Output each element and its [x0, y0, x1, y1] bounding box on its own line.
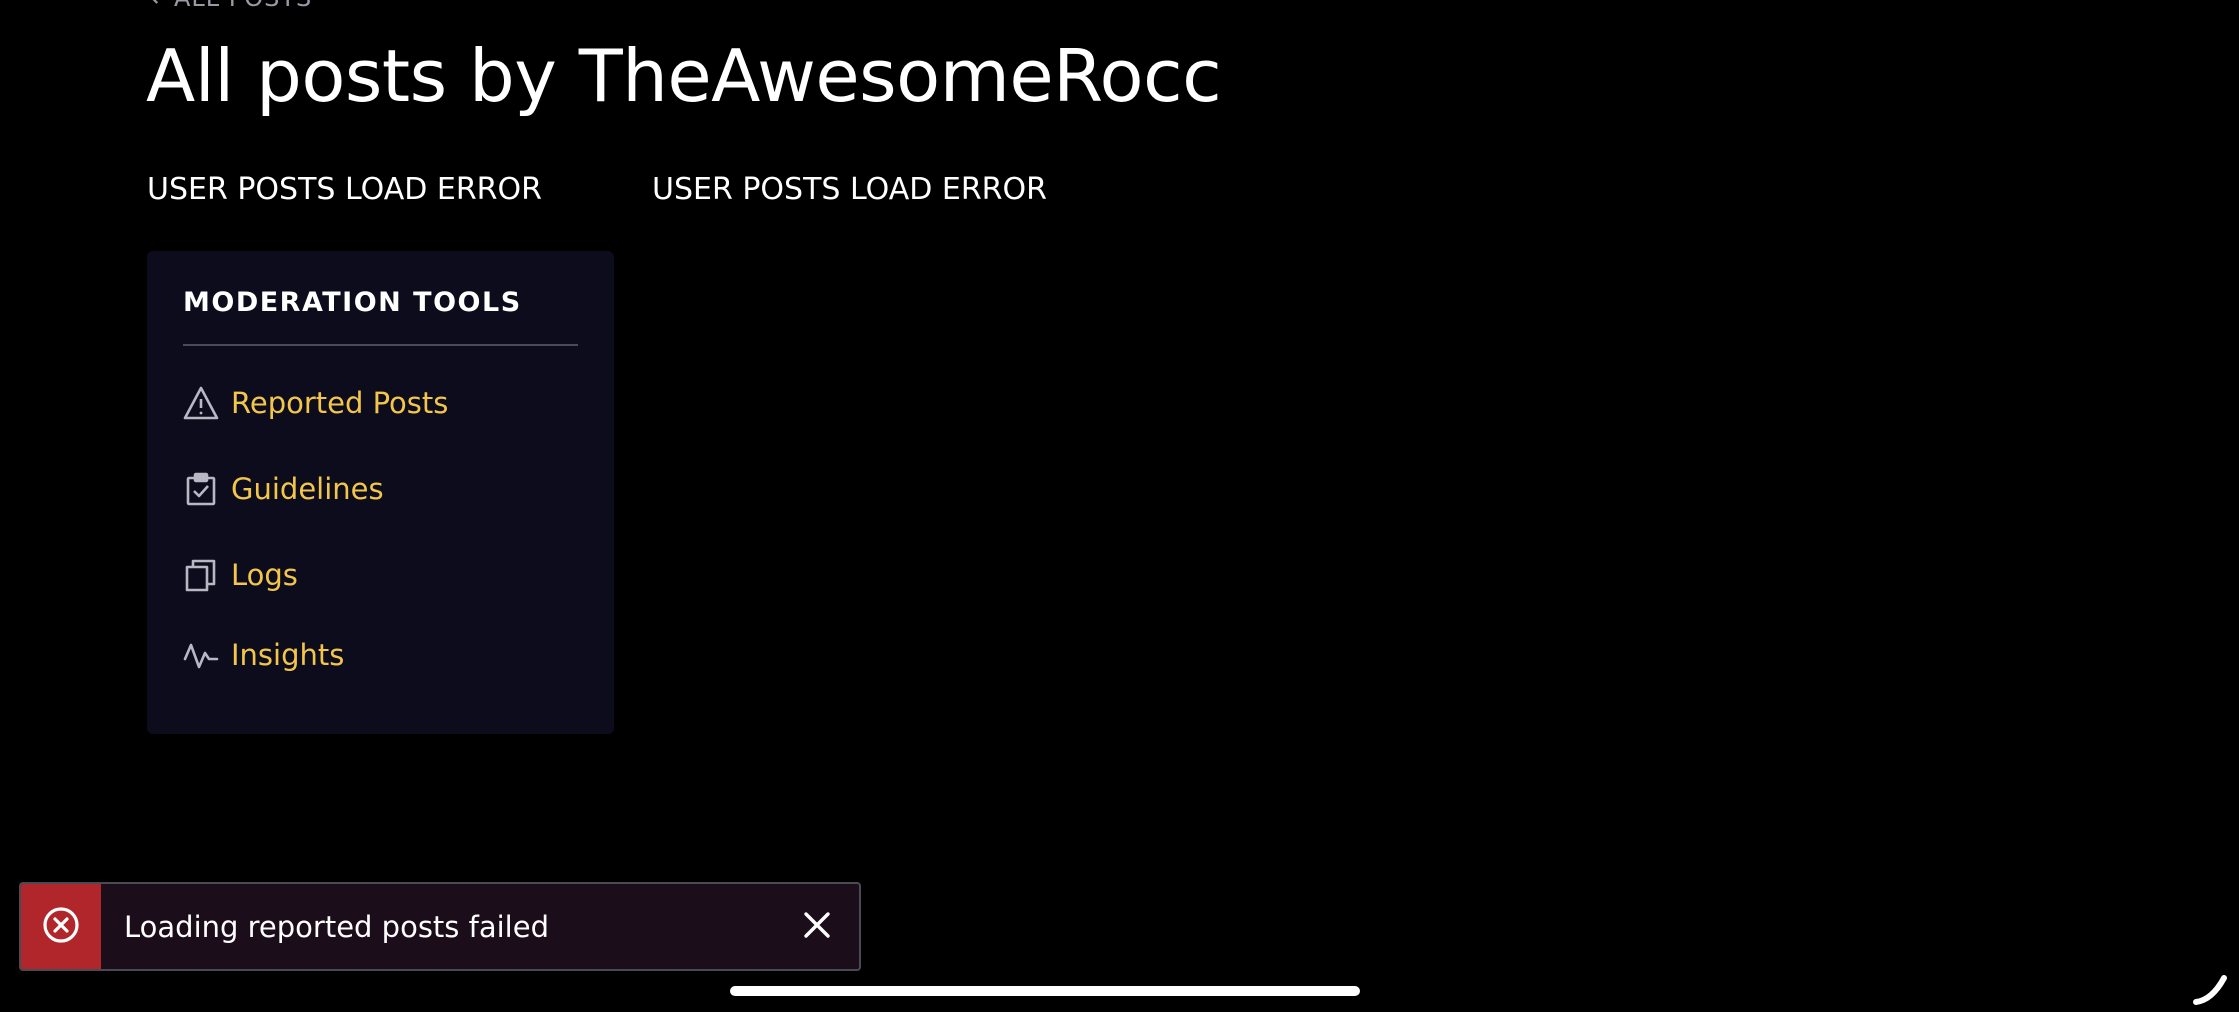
clipboard-check-icon	[183, 471, 219, 507]
activity-pulse-icon	[183, 637, 219, 673]
close-icon	[802, 910, 832, 944]
mod-item-label: Logs	[231, 558, 298, 592]
chevron-left-icon	[146, 0, 164, 12]
mod-item-logs[interactable]: Logs	[183, 557, 298, 593]
moderation-tools-title: MODERATION TOOLS	[183, 287, 578, 346]
mod-item-guidelines[interactable]: Guidelines	[183, 471, 384, 507]
error-toast: Loading reported posts failed	[19, 882, 861, 971]
toast-close-button[interactable]	[787, 897, 847, 957]
phone-icon	[2190, 966, 2230, 1006]
toast-icon-box	[21, 884, 101, 969]
home-indicator[interactable]	[730, 986, 1360, 996]
mod-item-label: Insights	[231, 638, 345, 672]
warning-triangle-icon	[183, 385, 219, 421]
mod-item-insights[interactable]: Insights	[183, 637, 344, 673]
mod-item-reported-posts[interactable]: Reported Posts	[183, 385, 448, 421]
page: ALL POSTS All posts by TheAwesomeRocc US…	[0, 0, 2239, 1012]
mod-item-label: Reported Posts	[231, 386, 449, 420]
toast-message: Loading reported posts failed	[124, 909, 549, 944]
copy-documents-icon	[183, 557, 219, 593]
user-posts-error-right: USER POSTS LOAD ERROR	[652, 172, 1047, 207]
user-posts-error-left: USER POSTS LOAD ERROR	[147, 172, 542, 207]
back-link-label: ALL POSTS	[174, 0, 312, 12]
moderation-tools-panel: MODERATION TOOLS Reported Posts Guidelin…	[147, 251, 614, 734]
page-title: All posts by TheAwesomeRocc	[146, 34, 1222, 118]
back-link[interactable]: ALL POSTS	[146, 0, 312, 12]
mod-item-label: Guidelines	[231, 472, 384, 506]
error-circle-x-icon	[41, 905, 81, 949]
